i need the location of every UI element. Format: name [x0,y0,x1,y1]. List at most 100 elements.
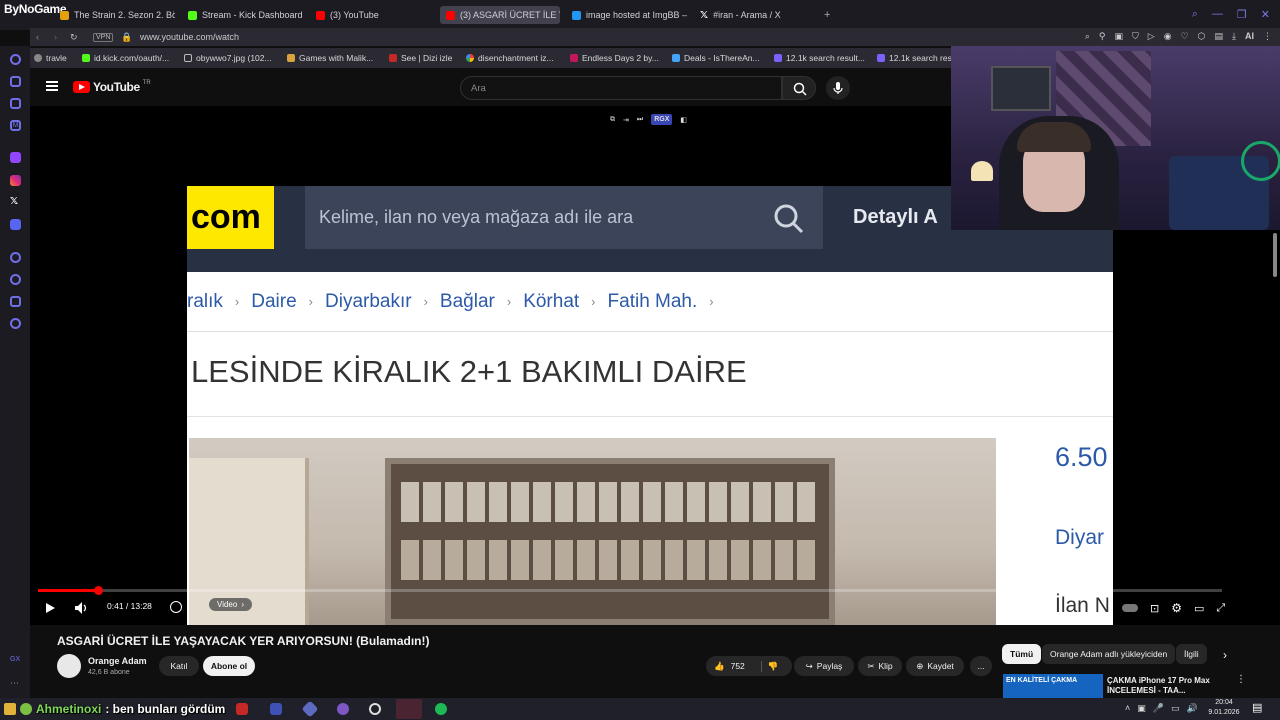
mute-button[interactable] [74,601,90,615]
zoom-icon[interactable]: ⌕ [1085,31,1090,42]
scrubber-handle[interactable] [94,586,104,595]
search-icon[interactable]: ⌕ [1192,8,1198,21]
recommended-title[interactable]: ÇAKMA iPhone 17 Pro Max İNCELEMESİ - TAA… [1107,676,1235,696]
autodub-button[interactable] [170,601,182,613]
clock[interactable]: 20:04 9.01.2026 [1204,698,1244,718]
chat-rail-icon[interactable] [10,296,21,307]
skip-icon[interactable]: ⏭ [637,116,643,124]
close-icon[interactable]: ✕ [1261,8,1270,21]
obs-icon[interactable] [369,703,381,715]
popout-icon[interactable]: ⧉ [610,116,615,124]
taskbar-app-icon[interactable] [270,703,282,715]
ai-icon[interactable]: AI [1245,31,1254,42]
tab-the-strain[interactable]: The Strain 2. Sezon 2. Bölü [60,6,175,24]
play-icon[interactable]: ▷ [1148,31,1155,42]
chips-next-icon[interactable]: › [1223,648,1227,662]
minimize-icon[interactable]: — [1212,8,1223,21]
menu-icon[interactable]: ⋮ [1263,31,1272,42]
tab-youtube[interactable]: (3) YouTube [316,6,431,24]
join-button[interactable]: Katıl [159,656,199,676]
like-count[interactable]: 752 [731,661,745,671]
youtube-logo[interactable]: YouTube TR [73,80,151,94]
subscribe-button[interactable]: Abone ol [203,656,255,676]
gx-icon[interactable]: GX [10,656,21,667]
sidebar-icon[interactable]: ▤ [1215,31,1224,42]
url-field[interactable]: www.youtube.com/watch [140,32,239,42]
page-scrollbar[interactable] [1273,233,1277,277]
instagram-icon[interactable] [10,175,21,186]
back-icon[interactable]: ‹ [36,32,39,42]
reload-icon[interactable]: ↻ [70,32,78,43]
bookmark-item[interactable]: See | Dizi izle [389,53,452,63]
pin-icon[interactable]: ⚲ [1099,31,1106,42]
share-button[interactable]: ↪ Paylaş [794,656,854,676]
tab-x-iran[interactable]: 𝕏 #iran - Arama / X [700,6,815,24]
tab-asgari-ucret-active[interactable]: (3) ASGARİ ÜCRET İLE YA [440,6,560,24]
rgx-badge[interactable]: RGX [651,114,673,125]
heart-icon[interactable]: ♡ [1181,31,1189,42]
twitch-icon[interactable] [10,152,21,163]
vpn-badge[interactable]: VPN [93,32,114,42]
voice-search-button[interactable] [826,76,850,100]
forward-icon[interactable]: › [54,32,57,42]
hamburger-menu-icon[interactable] [46,81,58,91]
notification-icon[interactable]: ▤ [1252,701,1262,714]
mic-tray-icon[interactable]: 🎤 [1153,703,1164,714]
progress-bar[interactable] [38,586,1222,595]
maximize-icon[interactable]: ❐ [1237,8,1247,21]
network-icon[interactable]: ▭ [1171,703,1180,714]
bookmark-item[interactable]: 12.1k search result... [774,53,865,63]
autoplay-toggle[interactable] [1122,604,1138,612]
tab-imgbb[interactable]: image hosted at ImgBB — [572,6,687,24]
spotify-icon[interactable] [435,703,447,715]
gamepad-icon[interactable] [10,98,21,109]
extensions-icon[interactable]: ⬡ [1198,31,1206,42]
chip-related[interactable]: İlgili [1176,644,1207,664]
more-actions-button[interactable]: ... [970,656,992,676]
chip-all[interactable]: Tümü [1002,644,1042,664]
theater-icon[interactable]: ◧ [680,116,687,124]
speaker-icon[interactable]: 🔊 [1187,703,1198,714]
taskbar-app-icon[interactable] [236,703,248,715]
taskbar-app-icon[interactable] [337,703,349,715]
chip-from-uploader[interactable]: Orange Adam adlı yükleyiciden [1042,644,1176,664]
x-icon[interactable]: 𝕏 [10,196,21,207]
recommended-menu-icon[interactable]: ⋮ [1236,674,1246,685]
bookmark-item[interactable]: id.kick.com/oauth/... [82,53,169,63]
more-icon[interactable]: ⋯ [10,678,21,689]
clip-button[interactable]: ✂ Klip [858,656,902,676]
miniplayer-icon[interactable]: ▭ [1194,602,1204,615]
clock-icon[interactable] [10,274,21,285]
download-icon[interactable]: ⤓ [1232,31,1236,42]
thumbs-down-icon[interactable]: 👎 [760,660,778,672]
shield-icon[interactable]: ⛉ [1132,31,1139,42]
screenshot-icon[interactable]: ▣ [1115,31,1124,42]
tray-app-icon[interactable]: ▣ [1137,703,1146,714]
bookmark-item[interactable]: Games with Malik... [287,53,373,63]
bookmark-item[interactable]: Endless Days 2 by... [570,53,659,63]
gear-icon[interactable]: ⚙ [1171,601,1182,615]
enter-icon[interactable]: ⇥ [623,116,629,124]
discord-icon[interactable] [10,219,21,230]
subtitles-icon[interactable]: ⊡ [1150,602,1159,615]
thumbs-up-icon[interactable]: 👍 [714,661,725,672]
search-button[interactable] [782,76,816,100]
play-button[interactable] [43,601,57,615]
messenger-icon[interactable]: M [10,120,21,131]
bookmark-item[interactable]: 12.1k search res [877,53,952,63]
eye-icon[interactable]: ◉ [1164,31,1172,42]
youtube-search-input[interactable]: Ara [460,76,782,100]
recommended-thumbnail[interactable]: EN KALİTELİ ÇAKMA [1003,674,1103,698]
save-button[interactable]: ⊕ Kaydet [906,656,964,676]
bookmark-item[interactable]: travle [34,53,67,63]
player-rail-icon[interactable] [10,252,21,263]
new-tab-button[interactable]: + [824,6,830,24]
tab-kick-dashboard[interactable]: Stream - Kick Dashboard [188,6,303,24]
channel-avatar[interactable] [57,654,81,678]
bag-icon[interactable] [10,76,21,87]
refresh-rail-icon[interactable] [10,54,21,65]
bookmark-item[interactable]: Deals - IsThereAn... [672,53,760,63]
channel-name[interactable]: Orange Adam [88,656,147,666]
settings-icon[interactable] [10,318,21,329]
taskbar-app-icon[interactable] [301,700,319,718]
